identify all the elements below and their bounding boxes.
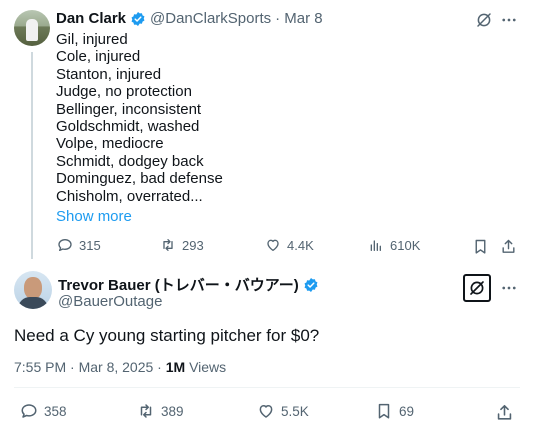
grok-button[interactable] <box>463 274 491 302</box>
reply-icon <box>58 239 72 251</box>
bookmark-icon <box>475 239 485 254</box>
tweet-line: Bellinger, inconsistent <box>56 100 202 118</box>
views-count: 610K <box>390 237 421 253</box>
tweet-line: Stanton, injured <box>56 65 162 83</box>
thread-line <box>31 52 33 259</box>
tweet-line: Goldschmidt, washed <box>56 117 200 135</box>
tweet-line: Cole, injured <box>56 48 141 66</box>
bookmark-button[interactable] <box>470 236 490 256</box>
reply-button[interactable]: 358 <box>20 402 67 420</box>
tweet-meta: 7:55 PM · Mar 8, 2025 · 1M Views <box>14 359 226 375</box>
repost-button[interactable]: 389 <box>137 402 184 420</box>
tweet-text: Gil, injured Cole, injured Stanton, inju… <box>56 31 223 205</box>
grok-icon <box>470 281 484 295</box>
views-label: Views <box>185 359 227 375</box>
repost-button[interactable]: 293 <box>160 237 204 253</box>
more-icon <box>502 286 516 290</box>
like-count: 4.4K <box>287 237 314 253</box>
author-handle[interactable]: @DanClarkSports <box>150 10 271 27</box>
like-count: 5.5K <box>281 403 309 419</box>
tweet-line: Schmidt, dodgey back <box>56 152 204 170</box>
tweet-line: Judge, no protection <box>56 83 192 101</box>
reply-icon <box>21 404 37 418</box>
tweet-line: Gil, injured <box>56 31 128 48</box>
tweet-line: Chisholm, overrated... <box>56 187 203 205</box>
main-tweet-header: Trevor Bauer (トレバー・バウアー) <box>58 274 319 295</box>
tweet-line: Dominguez, bad defense <box>56 170 223 188</box>
reply-count: 358 <box>44 403 67 419</box>
grok-button[interactable] <box>474 10 494 30</box>
more-icon <box>502 18 516 22</box>
like-icon <box>259 405 273 418</box>
show-more-link[interactable]: Show more <box>56 208 132 225</box>
author-name[interactable]: Dan Clark <box>56 10 126 27</box>
tweet-date[interactable]: · Mar 8 <box>275 10 323 27</box>
bookmark-count: 69 <box>399 403 415 419</box>
bookmark-icon <box>378 403 390 419</box>
divider <box>14 387 520 388</box>
reply-tweet-header: Dan Clark @DanClarkSports · Mar 8 <box>56 10 323 27</box>
like-button[interactable]: 5.5K <box>257 402 309 420</box>
share-button[interactable] <box>493 401 515 423</box>
tweet-timestamp[interactable]: 7:55 PM · Mar 8, 2025 · <box>14 359 166 375</box>
avatar[interactable] <box>14 271 52 309</box>
repost-count: 389 <box>161 403 184 419</box>
share-icon <box>497 404 511 420</box>
verified-badge-icon <box>131 11 145 26</box>
reply-button[interactable]: 315 <box>57 237 101 253</box>
like-button[interactable]: 4.4K <box>265 237 314 253</box>
views-count: 1M <box>165 359 186 375</box>
share-button[interactable] <box>498 236 518 256</box>
more-button[interactable] <box>498 10 520 30</box>
more-button[interactable] <box>498 278 520 298</box>
like-icon <box>267 239 279 251</box>
tweet-line: Volpe, mediocre <box>56 135 164 153</box>
avatar[interactable] <box>14 10 50 46</box>
views-button[interactable]: 610K <box>368 237 420 253</box>
views-icon <box>370 240 381 251</box>
repost-icon <box>140 404 152 418</box>
tweet-text: Need a Cy young starting pitcher for $0? <box>14 326 320 345</box>
bookmark-button[interactable]: 69 <box>375 402 414 420</box>
repost-count: 293 <box>182 237 204 253</box>
repost-icon <box>163 239 173 251</box>
grok-icon <box>477 13 491 27</box>
share-icon <box>501 239 515 253</box>
verified-badge-icon <box>304 277 318 292</box>
reply-count: 315 <box>79 237 101 253</box>
author-handle[interactable]: @BauerOutage <box>58 293 162 310</box>
author-name[interactable]: Trevor Bauer (トレバー・バウアー) <box>58 274 299 295</box>
